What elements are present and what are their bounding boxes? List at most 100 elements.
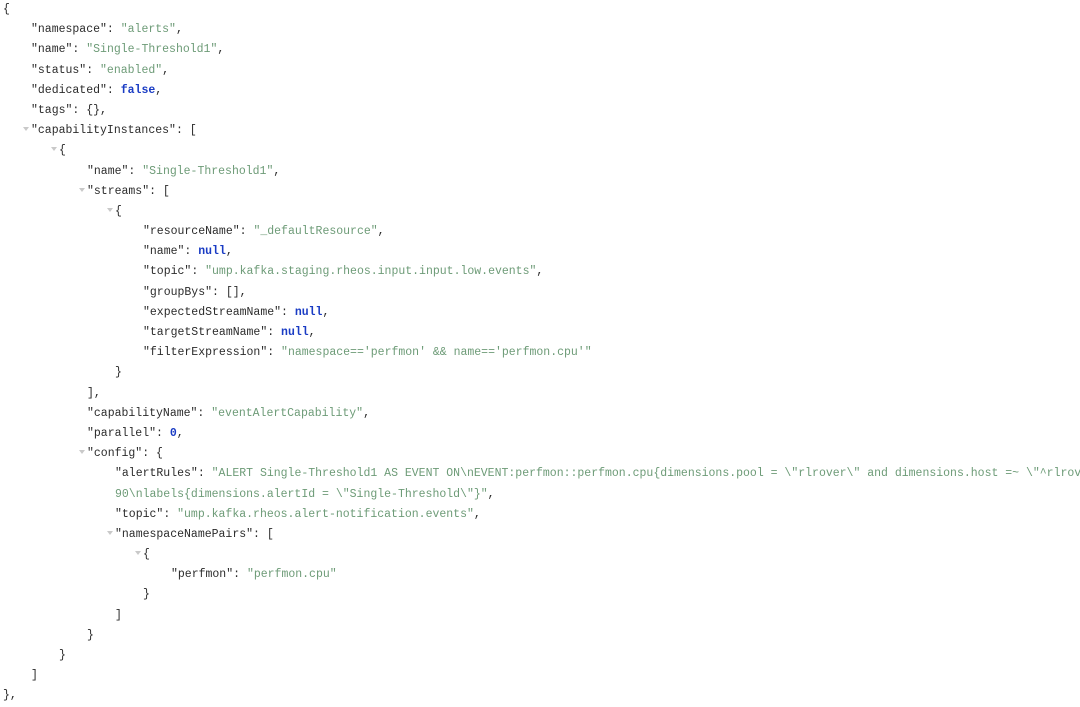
json-string-value: "ump.kafka.rheos.alert-notification.even… <box>177 507 474 521</box>
json-punctuation: : <box>106 23 121 37</box>
json-line: }, <box>0 686 1080 706</box>
collapse-toggle[interactable] <box>48 141 59 161</box>
json-punctuation: : <box>197 467 212 481</box>
json-punctuation: : <box>267 326 282 339</box>
collapse-toggle[interactable] <box>132 545 143 565</box>
json-line: "name": "Single-Threshold1", <box>0 40 1080 60</box>
json-punctuation: , <box>473 507 481 521</box>
json-key: "resourceName" <box>143 225 240 239</box>
json-string-value: "Single-Threshold1" <box>142 164 274 178</box>
json-key: "name" <box>31 43 73 57</box>
json-line: "topic": "ump.kafka.staging.rheos.input.… <box>0 262 1080 282</box>
json-punctuation: , <box>322 305 330 319</box>
json-key: "groupBys" <box>143 285 213 299</box>
collapse-triangle-down-icon[interactable] <box>106 207 113 212</box>
json-punctuation: : <box>267 346 282 360</box>
json-punctuation: { <box>59 144 66 158</box>
json-punctuation: : <box>156 426 170 440</box>
collapse-triangle-down-icon[interactable] <box>78 187 85 192</box>
json-key: "streams" <box>87 184 150 198</box>
json-punctuation: [], <box>225 285 247 299</box>
json-literal-value: null <box>198 245 226 259</box>
json-punctuation: , <box>217 43 225 57</box>
json-punctuation: : <box>184 245 199 259</box>
json-punctuation: , <box>363 406 370 420</box>
json-literal-value: false <box>120 83 156 97</box>
json-viewer[interactable]: {"namespace": "alerts", "name": "Single-T… <box>0 0 1080 702</box>
json-punctuation: : <box>128 164 143 178</box>
json-punctuation: : <box>239 225 254 239</box>
json-punctuation: ] <box>31 669 38 683</box>
json-string-value: "Single-Threshold1" <box>86 43 218 57</box>
json-line: "filterExpression": "namespace=='perfmon… <box>0 343 1080 363</box>
json-key: "name" <box>143 245 185 259</box>
json-punctuation: , <box>162 63 170 77</box>
collapse-triangle-down-icon[interactable] <box>22 127 29 132</box>
json-key: "name" <box>87 164 129 178</box>
json-line: 90\nlabels{dimensions.alertId = \"Single… <box>0 485 1080 505</box>
json-string-value: 90\nlabels{dimensions.alertId = \"Single… <box>115 487 488 501</box>
json-punctuation: , <box>308 326 316 339</box>
json-string-value: "perfmon.cpu" <box>246 568 337 582</box>
collapse-triangle-down-icon[interactable] <box>78 450 85 455</box>
json-key: "expectedStreamName" <box>143 305 282 319</box>
json-punctuation: : <box>72 103 87 117</box>
json-line: "parallel": 0, <box>0 424 1080 444</box>
collapse-triangle-down-icon[interactable] <box>50 147 57 152</box>
json-punctuation: : [ <box>253 527 274 541</box>
json-line: { <box>0 141 1080 161</box>
json-punctuation: : <box>86 63 101 77</box>
json-punctuation: : <box>72 43 87 57</box>
json-line: "perfmon": "perfmon.cpu" <box>0 565 1080 585</box>
json-key: "capabilityInstances" <box>31 124 176 138</box>
json-line: } <box>0 363 1080 383</box>
json-punctuation: ] <box>115 608 122 622</box>
json-key: "topic" <box>143 265 192 279</box>
collapse-toggle[interactable] <box>104 525 115 545</box>
json-string-value: "ump.kafka.staging.rheos.input.input.low… <box>205 265 537 279</box>
json-punctuation: , <box>225 245 233 259</box>
collapse-toggle[interactable] <box>20 121 31 141</box>
json-string-value: "eventAlertCapability" <box>211 406 364 420</box>
json-line: "config": { <box>0 444 1080 464</box>
collapse-toggle[interactable] <box>76 182 87 202</box>
json-key: "namespace" <box>31 23 107 37</box>
json-string-value: "ALERT Single-Threshold1 AS EVENT ON\nEV… <box>211 467 1080 481</box>
json-literal-value: null <box>281 326 309 339</box>
json-line: } <box>0 585 1080 605</box>
json-line: "groupBys": [], <box>0 283 1080 303</box>
json-literal-value: null <box>294 305 323 319</box>
collapse-triangle-down-icon[interactable] <box>134 551 141 556</box>
json-line: "name": null, <box>0 242 1080 262</box>
collapse-toggle[interactable] <box>76 444 87 464</box>
json-punctuation: , <box>155 83 163 97</box>
json-line: "capabilityInstances": [ <box>0 121 1080 141</box>
json-punctuation: ], <box>87 386 101 400</box>
json-punctuation: , <box>377 225 385 239</box>
json-literal-value: 0 <box>169 426 177 440</box>
json-line: { <box>0 0 1080 20</box>
json-punctuation: } <box>87 628 94 642</box>
json-punctuation: , <box>176 426 184 440</box>
json-key: "capabilityName" <box>87 406 198 420</box>
json-key: "status" <box>31 63 87 77</box>
json-line: } <box>0 646 1080 666</box>
json-line: ] <box>0 606 1080 626</box>
json-punctuation: , <box>487 487 495 501</box>
json-punctuation: : <box>212 285 226 299</box>
collapse-triangle-down-icon[interactable] <box>106 530 113 535</box>
json-code-block: {"namespace": "alerts", "name": "Single-T… <box>0 0 1080 707</box>
json-line: "namespace": "alerts", <box>0 20 1080 40</box>
json-punctuation: : <box>233 568 247 582</box>
json-key: "filterExpression" <box>143 346 268 360</box>
json-punctuation: : <box>106 83 121 97</box>
json-punctuation: } <box>143 588 150 602</box>
json-punctuation: , <box>536 265 544 279</box>
json-punctuation: : { <box>142 447 163 461</box>
json-line: "streams": [ <box>0 182 1080 202</box>
collapse-toggle[interactable] <box>104 202 115 222</box>
json-punctuation: : <box>191 265 206 279</box>
json-line: "resourceName": "_defaultResource", <box>0 222 1080 242</box>
json-string-value: "alerts" <box>120 23 176 37</box>
json-line: } <box>0 626 1080 646</box>
